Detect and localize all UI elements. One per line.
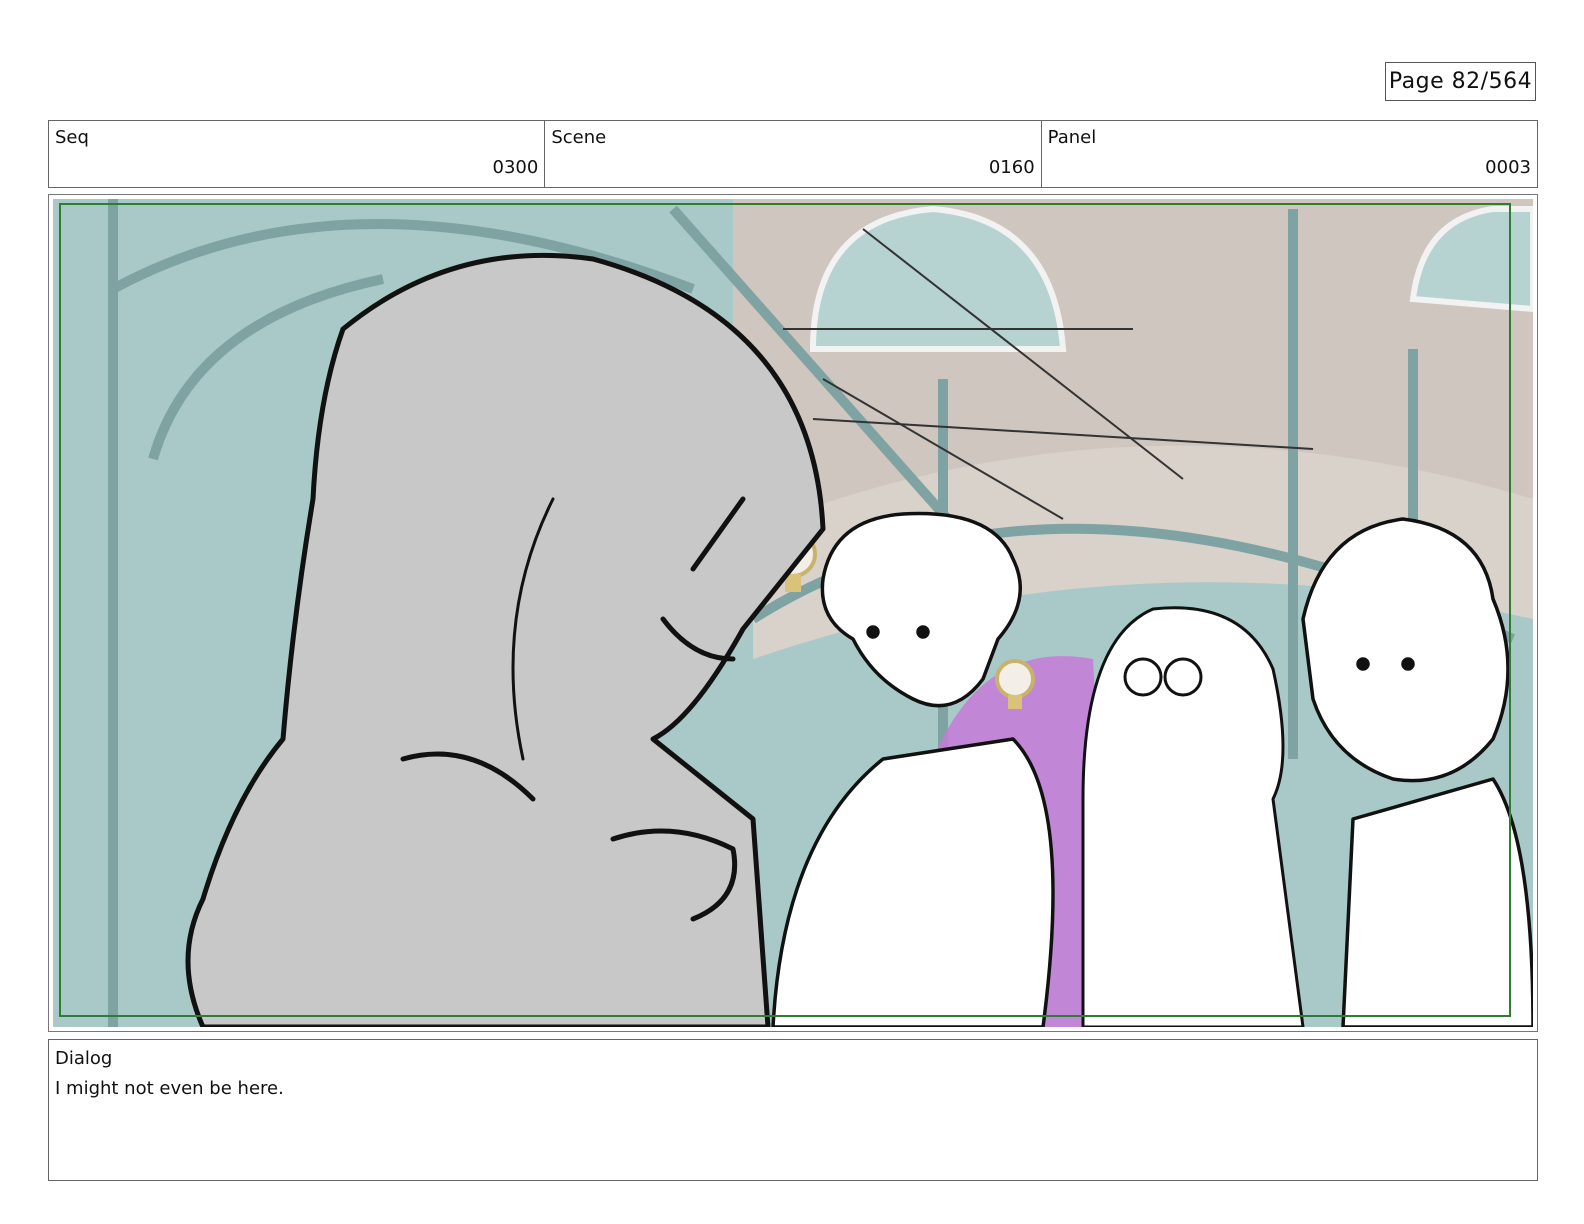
panel-label: Panel — [1047, 127, 1097, 148]
page-label: Page — [1388, 69, 1445, 94]
seq-value: 0300 — [492, 157, 539, 178]
figure-glasses — [1081, 606, 1305, 1027]
dialog-text: I might not even be here. — [55, 1078, 284, 1099]
page-indicator: Page 82/564 — [1385, 62, 1536, 101]
dialog-box: Dialog I might not even be here. — [48, 1039, 1538, 1181]
panel-cell: Panel 0003 — [1042, 121, 1537, 187]
scene-cell: Scene 0160 — [545, 121, 1042, 187]
page-number: 82/564 — [1451, 69, 1533, 94]
seq-label: Seq — [55, 127, 89, 148]
scene-value: 0160 — [988, 157, 1035, 178]
scene-label: Scene — [551, 127, 607, 148]
storyboard-drawing — [53, 199, 1533, 1027]
panel-value: 0003 — [1485, 157, 1531, 178]
storyboard-panel — [48, 194, 1538, 1032]
panel-meta-row: Seq 0300 Scene 0160 Panel 0003 — [48, 120, 1538, 188]
dialog-label: Dialog — [55, 1048, 113, 1069]
seq-cell: Seq 0300 — [49, 121, 546, 187]
